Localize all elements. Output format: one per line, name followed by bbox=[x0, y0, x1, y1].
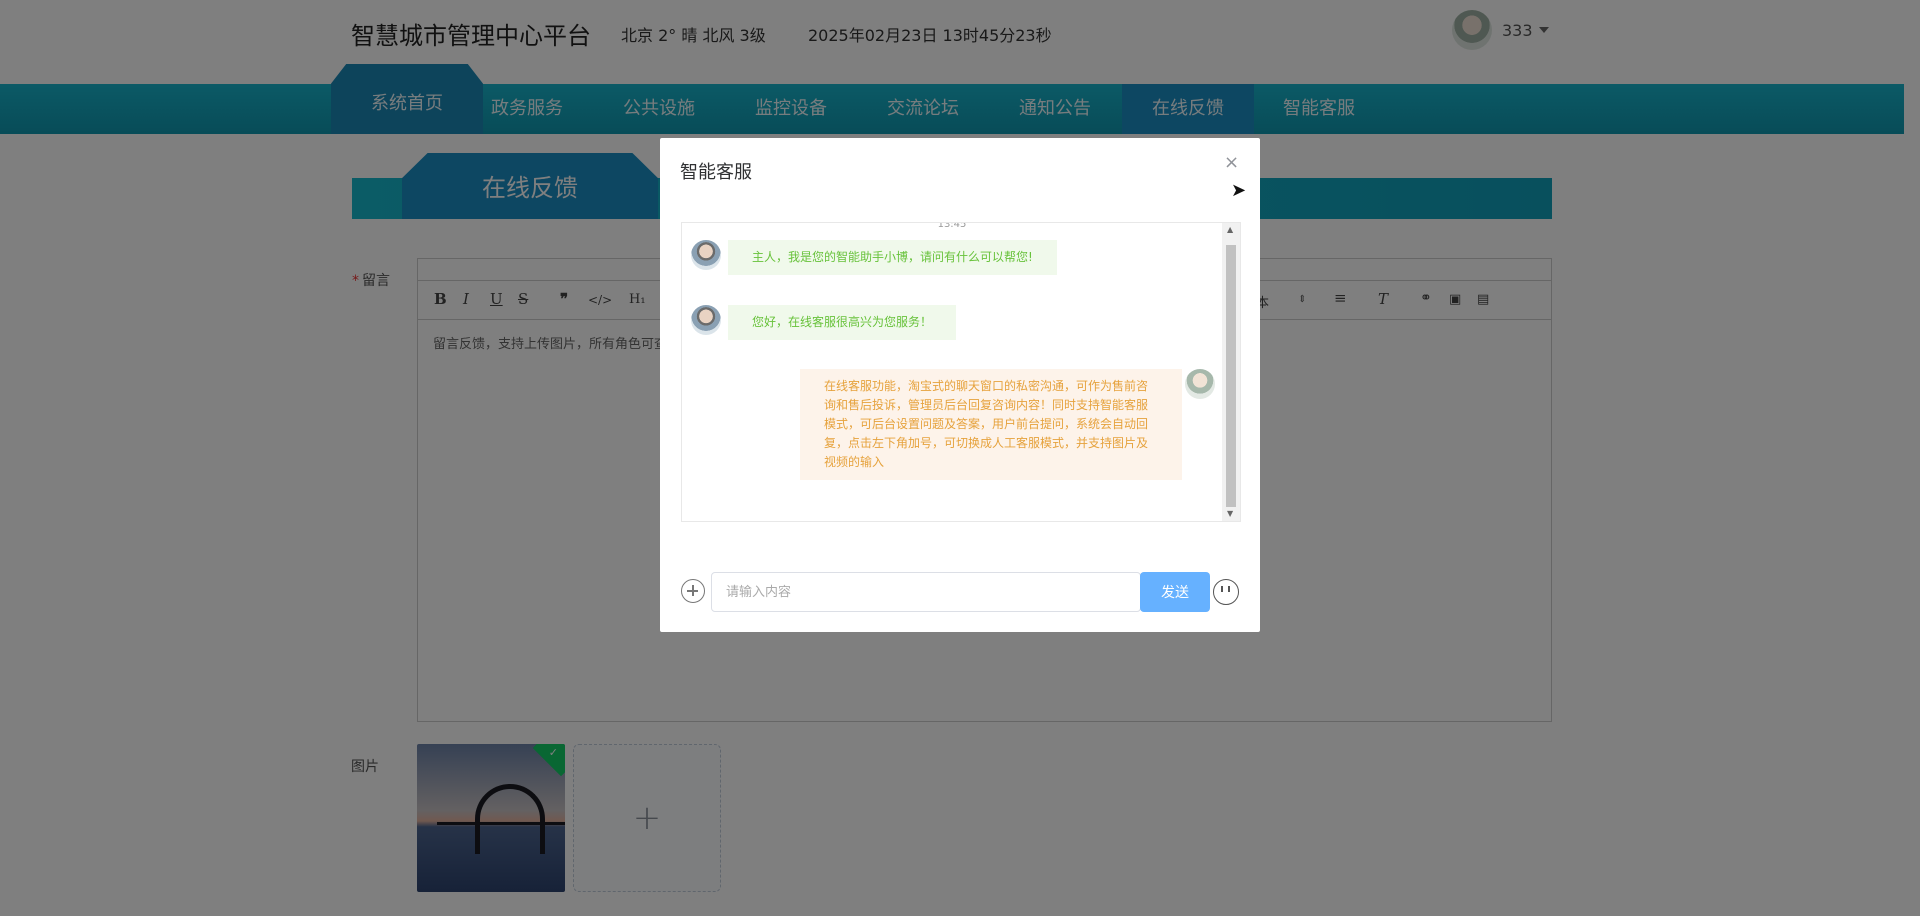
chat-message-bot: 主人，我是您的智能助手小博，请问有什么可以帮您! bbox=[728, 240, 1057, 275]
user-avatar bbox=[1185, 369, 1215, 399]
chat-message-bot: 您好，在线客服很高兴为您服务！ bbox=[728, 305, 957, 340]
scroll-up-icon[interactable]: ▲ bbox=[1227, 225, 1233, 234]
chat-timestamp: 13:45 bbox=[937, 222, 967, 230]
chat-scrollbar[interactable]: ▲ ▼ bbox=[1222, 223, 1240, 521]
mouse-cursor-icon: ➤ bbox=[1231, 180, 1247, 201]
close-icon[interactable]: × bbox=[1224, 152, 1239, 173]
emoji-eye-right bbox=[1228, 586, 1230, 592]
chat-message-list[interactable]: 13:45 主人，我是您的智能助手小博，请问有什么可以帮您! 您好，在线客服很高… bbox=[681, 222, 1241, 522]
chat-message-user: 在线客服功能，淘宝式的聊天窗口的私密沟通，可作为售前咨询和售后投诉，管理员后台回… bbox=[800, 369, 1182, 480]
bot-avatar bbox=[691, 305, 721, 335]
scroll-down-icon[interactable]: ▼ bbox=[1227, 509, 1233, 518]
scrollbar-thumb[interactable] bbox=[1226, 245, 1236, 507]
send-button[interactable]: 发送 bbox=[1140, 572, 1210, 612]
emoji-icon[interactable] bbox=[1213, 579, 1239, 605]
chat-input[interactable] bbox=[711, 572, 1141, 612]
smart-service-dialog: 智能客服 × ➤ 13:45 主人，我是您的智能助手小博，请问有什么可以帮您! … bbox=[660, 138, 1260, 632]
add-attachment-icon[interactable] bbox=[681, 579, 705, 603]
bot-avatar bbox=[691, 240, 721, 270]
emoji-eye-left bbox=[1221, 586, 1223, 592]
dialog-title: 智能客服 bbox=[680, 162, 752, 183]
